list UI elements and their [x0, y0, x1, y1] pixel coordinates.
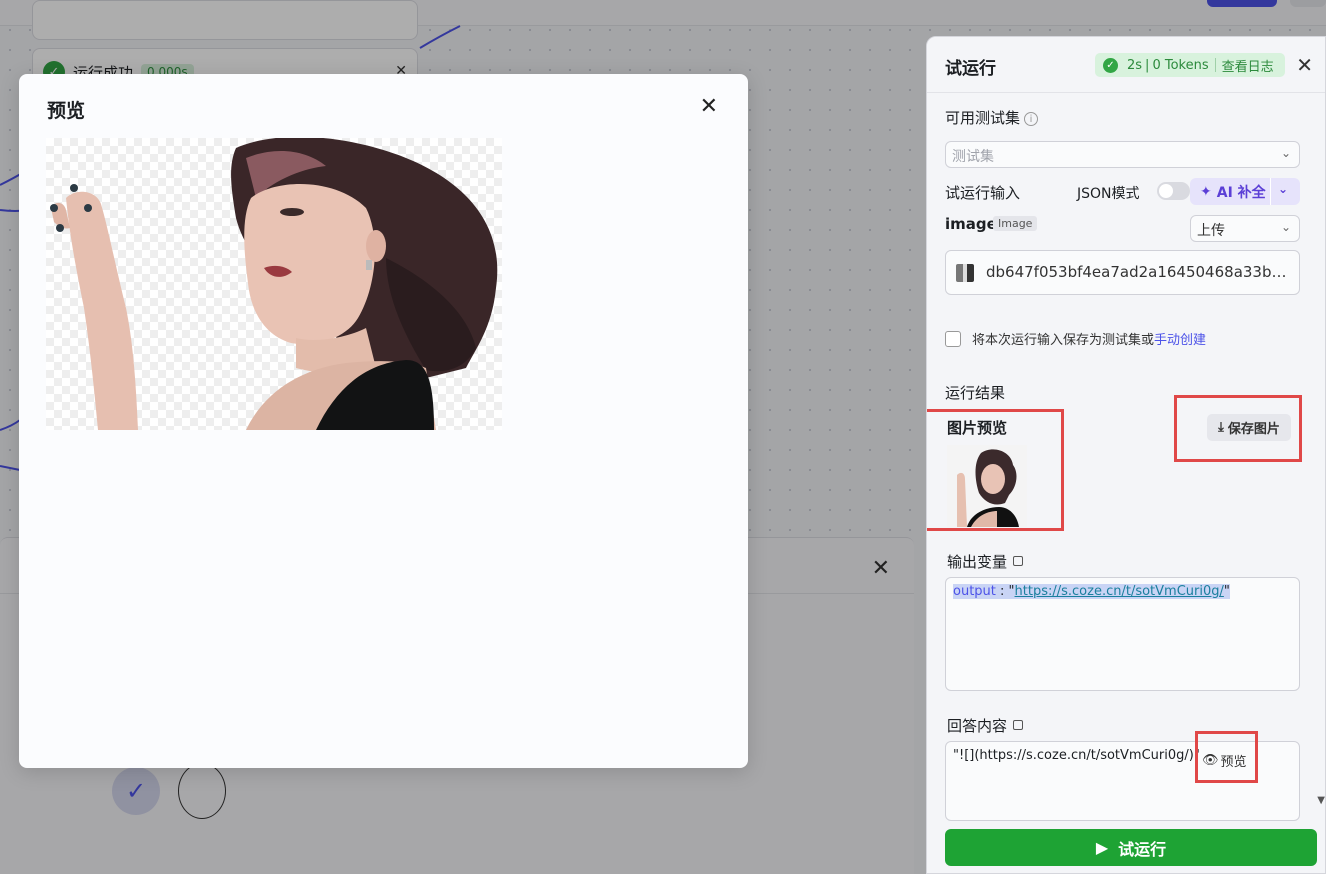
upload-mode-value: 上传 — [1197, 223, 1225, 239]
output-separator: : " — [995, 584, 1015, 599]
chevron-down-icon[interactable]: ⌄ — [1278, 182, 1288, 196]
check-icon: ✓ — [1103, 57, 1118, 73]
play-icon: ▶ — [1095, 838, 1109, 857]
file-thumbnail — [956, 264, 974, 282]
test-set-label-text: 可用测试集 — [945, 109, 1021, 127]
run-input-label: 试运行输入 — [945, 184, 1021, 202]
output-label: 输出变量 — [947, 551, 1024, 572]
file-name: db647f053bf4ea7ad2a16450468a33bd.png — [986, 263, 1291, 281]
copy-icon[interactable] — [1013, 556, 1024, 566]
save-as-test-set-row: 将本次运行输入保存为测试集或 手动创建 — [945, 329, 1206, 348]
preview-modal: 预览 ✕ — [19, 74, 748, 768]
manual-create-link[interactable]: 手动创建 — [1154, 329, 1206, 348]
upload-mode-select[interactable]: 上传 ⌄ — [1190, 215, 1300, 242]
output-url[interactable]: https://s.coze.cn/t/sotVmCuri0g/ — [1015, 584, 1224, 599]
image-param-name: image — [945, 215, 997, 233]
ai-fill-button[interactable]: ✦ AI 补全 ⌄ — [1190, 178, 1300, 205]
json-mode-label: JSON模式 — [1077, 186, 1140, 202]
answer-text: "![](https://s.coze.cn/t/sotVmCuri0g/)" — [953, 748, 1200, 763]
panel-header: 试运行 ✓ 2s | 0 Tokens 查看日志 ✕ — [927, 37, 1325, 93]
chevron-down-icon: ⌄ — [1280, 220, 1291, 234]
chevron-down-icon: ⌄ — [1280, 146, 1291, 160]
uploaded-file[interactable]: db647f053bf4ea7ad2a16450468a33bd.png — [945, 250, 1300, 295]
ai-fill-label: AI 补全 — [1216, 184, 1266, 201]
output-quote-end: " — [1223, 584, 1230, 599]
portrait-image — [50, 138, 498, 430]
test-set-placeholder: 测试集 — [952, 149, 994, 165]
modal-title: 预览 — [47, 100, 86, 122]
result-label: 运行结果 — [945, 384, 1006, 402]
run-button-label: 试运行 — [1118, 839, 1167, 859]
highlight-preview-button — [1195, 731, 1258, 783]
run-status-badge: ✓ 2s | 0 Tokens 查看日志 — [1095, 53, 1285, 77]
image-param-type: Image — [993, 216, 1038, 231]
close-icon[interactable]: ✕ — [700, 94, 718, 119]
test-set-label: 可用测试集 i — [945, 107, 1039, 128]
scroll-down-icon[interactable]: ▼ — [1317, 795, 1325, 806]
test-run-panel: 试运行 ✓ 2s | 0 Tokens 查看日志 ✕ 可用测试集 i 测试集 ⌄ … — [926, 36, 1326, 874]
divider — [1214, 58, 1216, 72]
answer-label-text: 回答内容 — [947, 717, 1008, 735]
panel-title: 试运行 — [945, 59, 996, 79]
highlight-image-preview — [927, 409, 1064, 531]
output-line: output : "https://s.coze.cn/t/sotVmCuri0… — [953, 584, 1230, 599]
answer-label: 回答内容 — [947, 715, 1024, 736]
output-box[interactable]: output : "https://s.coze.cn/t/sotVmCuri0… — [945, 577, 1300, 691]
output-key: output — [953, 584, 996, 599]
info-icon[interactable]: i — [1024, 112, 1039, 126]
run-button[interactable]: ▶ 试运行 — [945, 829, 1317, 866]
save-checkbox-text: 将本次运行输入保存为测试集或 — [972, 333, 1155, 348]
copy-icon[interactable] — [1013, 720, 1024, 730]
json-mode-toggle[interactable] — [1157, 182, 1190, 200]
view-log-link[interactable]: 查看日志 — [1222, 56, 1274, 75]
preview-image — [46, 138, 502, 430]
save-as-test-set-checkbox[interactable] — [945, 330, 961, 347]
output-label-text: 输出变量 — [947, 553, 1008, 571]
run-duration: 2s — [1127, 57, 1143, 73]
badge-separator: | — [1145, 57, 1150, 73]
test-set-select[interactable]: 测试集 ⌄ — [945, 141, 1300, 168]
close-icon[interactable]: ✕ — [1296, 53, 1313, 77]
sparkle-icon: ✦ — [1200, 183, 1212, 200]
divider — [1270, 178, 1271, 205]
highlight-save-image — [1174, 395, 1302, 462]
run-tokens: 0 Tokens — [1152, 57, 1209, 73]
